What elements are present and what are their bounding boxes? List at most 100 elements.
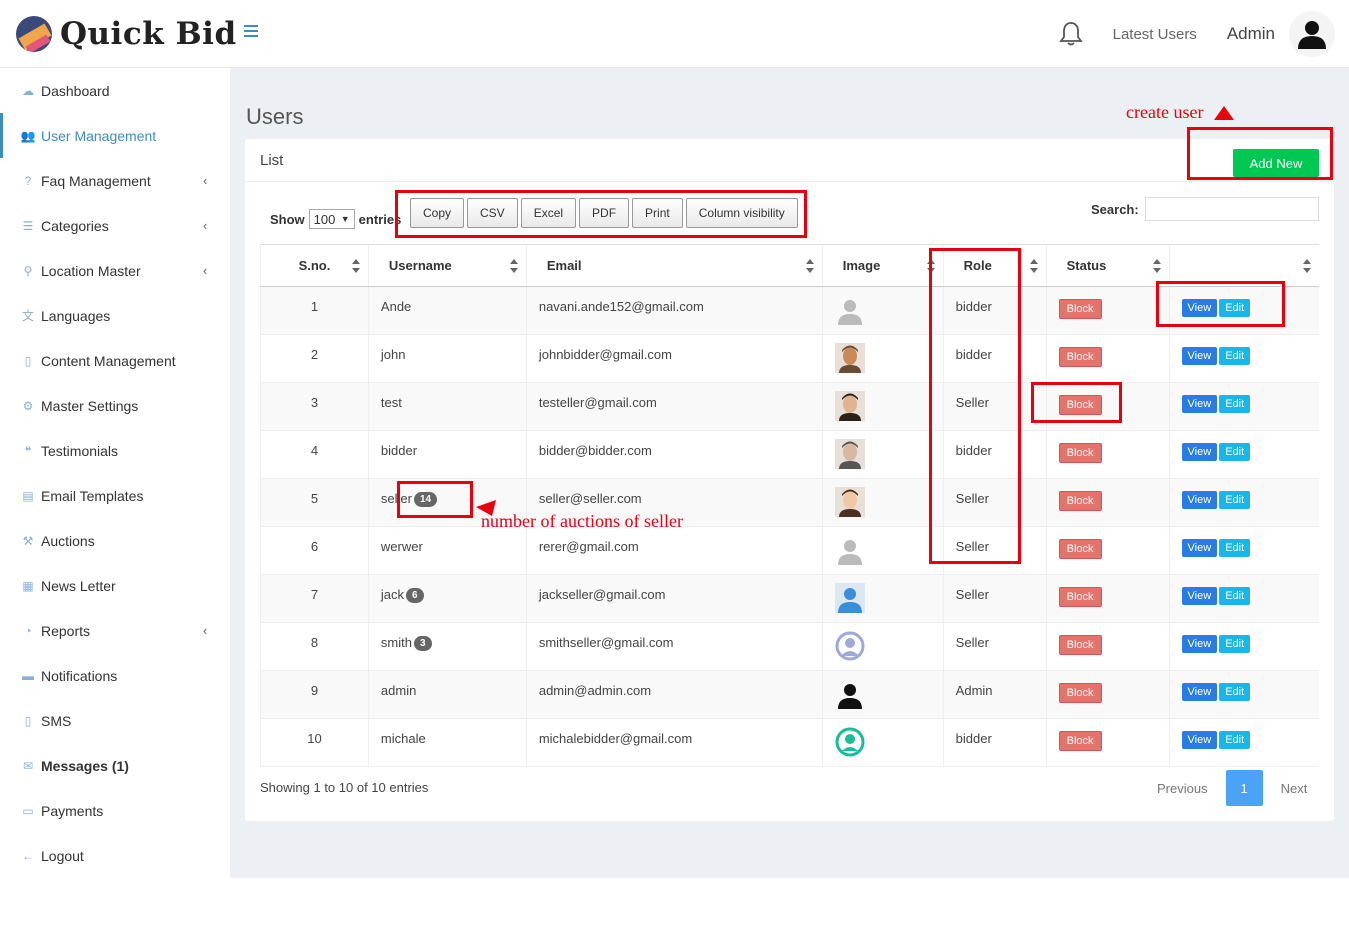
view-button[interactable]: View <box>1181 587 1218 605</box>
column-header-email[interactable]: Email <box>525 244 823 287</box>
pdf-button[interactable]: PDF <box>579 198 630 228</box>
user-avatar-icon <box>834 439 865 469</box>
export-buttons: Copy CSV Excel PDF Print Column visibility <box>410 198 801 228</box>
block-button[interactable]: Block <box>1058 731 1102 751</box>
chevron-left-icon: ‹ <box>203 173 208 188</box>
sidebar-item-label: Master Settings <box>41 397 139 414</box>
sort-icon[interactable] <box>509 258 518 274</box>
sidebar-item-payments[interactable]: ▭ Payments <box>0 788 230 833</box>
cell-role: Seller <box>942 526 1047 575</box>
user-avatar-icon[interactable] <box>1289 11 1335 57</box>
bell-icon[interactable] <box>1058 21 1083 47</box>
column-header-username[interactable]: Username <box>367 244 527 287</box>
view-button[interactable]: View <box>1181 539 1218 557</box>
view-button[interactable]: View <box>1181 443 1218 461</box>
csv-button[interactable]: CSV <box>467 198 518 228</box>
sidebar-item-dashboard[interactable]: ☁ Dashboard <box>0 68 230 113</box>
cell-role: bidder <box>942 718 1047 767</box>
cell-email: jackseller@gmail.com <box>525 574 823 623</box>
edit-button[interactable]: Edit <box>1219 299 1251 317</box>
auction-count-badge: 3 <box>413 636 432 652</box>
edit-button[interactable]: Edit <box>1219 395 1251 413</box>
sidebar-item-faq-management[interactable]: ? Faq Management ‹ <box>0 158 230 203</box>
block-button[interactable]: Block <box>1058 443 1102 463</box>
cell-status: Block <box>1045 526 1170 575</box>
block-button[interactable]: Block <box>1058 347 1102 367</box>
sort-icon[interactable] <box>351 258 360 274</box>
cell-actions: View Edit <box>1168 718 1319 767</box>
cell-image <box>821 286 944 335</box>
sidebar-item-logout[interactable]: ← Logout <box>0 833 230 878</box>
sidebar-item-auctions[interactable]: ⚒ Auctions <box>0 518 230 563</box>
sidebar-item-label: Faq Management <box>41 172 151 189</box>
pie-chart-icon: ◔ <box>24 623 32 638</box>
search-input[interactable] <box>1145 197 1319 221</box>
cell-status: Block <box>1045 430 1170 479</box>
add-new-button[interactable]: Add New <box>1233 149 1319 177</box>
sidebar-item-testimonials[interactable]: ❝ Testimonials <box>0 428 230 473</box>
sidebar-item-categories[interactable]: ☰ Categories ‹ <box>0 203 230 248</box>
latest-users-link[interactable]: Latest Users <box>1113 26 1197 43</box>
block-button[interactable]: Block <box>1058 635 1102 655</box>
block-button[interactable]: Block <box>1058 539 1102 559</box>
view-button[interactable]: View <box>1181 395 1218 413</box>
menu-toggle-icon[interactable] <box>244 25 258 37</box>
sidebar-item-reports[interactable]: ◔ Reports ‹ <box>0 608 230 653</box>
sidebar-item-messages-1[interactable]: ✉ Messages (1) <box>0 743 230 788</box>
edit-button[interactable]: Edit <box>1219 347 1251 365</box>
sidebar-item-location-master[interactable]: ⚲ Location Master ‹ <box>0 248 230 293</box>
edit-button[interactable]: Edit <box>1219 539 1251 557</box>
view-button[interactable]: View <box>1181 347 1218 365</box>
sort-icon[interactable] <box>805 258 814 274</box>
user-avatar-icon <box>835 727 865 757</box>
sidebar-item-content-management[interactable]: ▯ Content Management <box>0 338 230 383</box>
copy-button[interactable]: Copy <box>410 198 465 228</box>
sort-icon[interactable] <box>1303 258 1311 274</box>
sidebar-item-email-templates[interactable]: ▤ Email Templates <box>0 473 230 518</box>
block-button[interactable]: Block <box>1058 683 1102 703</box>
sidebar-item-news-letter[interactable]: ▦ News Letter <box>0 563 230 608</box>
admin-name[interactable]: Admin <box>1227 24 1275 44</box>
sort-icon[interactable] <box>926 258 935 274</box>
view-button[interactable]: View <box>1181 731 1218 749</box>
brand-logo[interactable]: Quick Bid <box>16 14 237 54</box>
edit-button[interactable]: Edit <box>1219 731 1251 749</box>
entries-select[interactable]: 100 ▼ <box>308 209 355 229</box>
column-header-role[interactable]: Role <box>942 244 1047 287</box>
sidebar-item-user-management[interactable]: 👥 User Management <box>0 113 230 158</box>
sort-icon[interactable] <box>1152 258 1161 274</box>
edit-button[interactable]: Edit <box>1219 443 1251 461</box>
sort-icon[interactable] <box>1029 258 1038 274</box>
view-button[interactable]: View <box>1181 635 1218 653</box>
view-button[interactable]: View <box>1181 299 1218 317</box>
users-icon: 👥 <box>20 128 36 143</box>
sidebar-item-notifications[interactable]: ▬ Notifications <box>0 653 230 698</box>
block-button[interactable]: Block <box>1058 299 1102 319</box>
cell-actions: View Edit <box>1168 670 1319 719</box>
view-button[interactable]: View <box>1181 491 1218 509</box>
mobile-icon: ▯ <box>24 713 32 728</box>
block-button[interactable]: Block <box>1058 491 1102 511</box>
edit-button[interactable]: Edit <box>1219 491 1251 509</box>
block-button[interactable]: Block <box>1058 395 1102 415</box>
print-button[interactable]: Print <box>632 198 683 228</box>
column-header-sno[interactable]: S.no. <box>260 244 369 287</box>
users-box: List Add New Show 100 ▼ entries Copy CSV Ex… <box>245 139 1334 821</box>
block-button[interactable]: Block <box>1058 587 1102 607</box>
cell-username: werwer <box>367 526 527 575</box>
sidebar-item-sms[interactable]: ▯ SMS <box>0 698 230 743</box>
column-visibility-button[interactable]: Column visibility <box>685 198 798 228</box>
sidebar-item-languages[interactable]: 文 Languages <box>0 293 230 338</box>
excel-button[interactable]: Excel <box>520 198 577 228</box>
edit-button[interactable]: Edit <box>1219 587 1251 605</box>
previous-button[interactable]: Previous <box>1145 781 1220 796</box>
next-button[interactable]: Next <box>1269 781 1320 796</box>
edit-button[interactable]: Edit <box>1219 683 1251 701</box>
edit-button[interactable]: Edit <box>1219 635 1251 653</box>
column-header-actions[interactable] <box>1168 244 1319 287</box>
column-header-image[interactable]: Image <box>821 244 944 287</box>
column-header-status[interactable]: Status <box>1045 244 1170 287</box>
sidebar-item-master-settings[interactable]: ⚙ Master Settings <box>0 383 230 428</box>
page-1-button[interactable]: 1 <box>1225 770 1263 806</box>
view-button[interactable]: View <box>1181 683 1218 701</box>
